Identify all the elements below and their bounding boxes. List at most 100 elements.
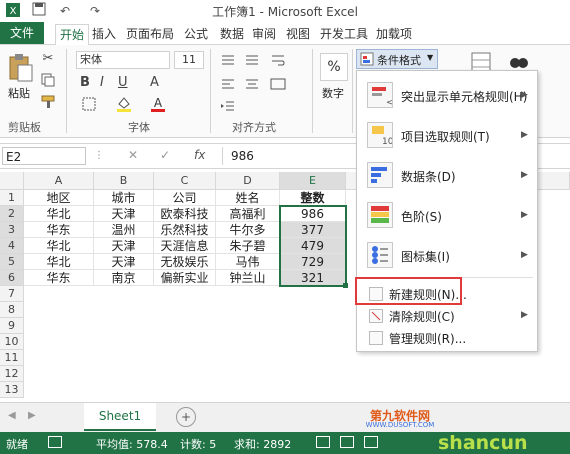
select-all-corner[interactable] bbox=[0, 172, 24, 190]
table-cell[interactable]: 高福利 bbox=[216, 206, 280, 222]
underline-icon[interactable]: U bbox=[118, 75, 128, 90]
table-cell[interactable]: 欧泰科技 bbox=[154, 206, 216, 222]
table-cell[interactable]: 天津 bbox=[94, 238, 154, 254]
table-cell[interactable]: 华东 bbox=[24, 222, 94, 238]
tab-data[interactable]: 数据 bbox=[216, 24, 248, 44]
row-header-12[interactable]: 12 bbox=[0, 366, 24, 382]
table-cell[interactable]: 牛尔多 bbox=[216, 222, 280, 238]
table-cell[interactable]: 华东 bbox=[24, 270, 94, 286]
table-cell[interactable]: 偏新实业 bbox=[154, 270, 216, 286]
table-cell[interactable]: 朱子碧 bbox=[216, 238, 280, 254]
table-cell[interactable]: 钟兰山 bbox=[216, 270, 280, 286]
wrap-text-icon[interactable] bbox=[270, 53, 286, 70]
column-header-c[interactable]: C bbox=[154, 172, 216, 190]
menu-item-manage-rules[interactable]: 管理规则(R)... bbox=[357, 327, 537, 349]
table-cell[interactable]: 华北 bbox=[24, 254, 94, 270]
table-cell[interactable]: 华北 bbox=[24, 238, 94, 254]
table-cell[interactable]: 温州 bbox=[94, 222, 154, 238]
chevron-down-icon: ▼ bbox=[427, 53, 434, 62]
table-cell[interactable]: 马伟 bbox=[216, 254, 280, 270]
table-cell[interactable]: 乐然科技 bbox=[154, 222, 216, 238]
fill-handle[interactable] bbox=[343, 283, 348, 288]
row-header-3[interactable]: 3 bbox=[0, 222, 24, 238]
enter-icon[interactable]: ✓ bbox=[160, 148, 170, 162]
column-header-b[interactable]: B bbox=[94, 172, 154, 190]
menu-item-clear-rules[interactable]: 清除规则(C) ▶ bbox=[357, 305, 537, 327]
indent-icon[interactable] bbox=[220, 99, 236, 116]
column-header-e[interactable]: E bbox=[280, 172, 346, 190]
tab-page-layout[interactable]: 页面布局 bbox=[122, 24, 178, 44]
font-size-select[interactable]: 11 bbox=[174, 51, 204, 69]
tab-view[interactable]: 视图 bbox=[282, 24, 314, 44]
font-name-select[interactable]: 宋体 bbox=[76, 51, 170, 69]
table-cell[interactable]: 天津 bbox=[94, 254, 154, 270]
tab-formulas[interactable]: 公式 bbox=[180, 24, 212, 44]
menu-item-data-bars[interactable]: 数据条(D) ▶ bbox=[357, 155, 537, 195]
row-header-13[interactable]: 13 bbox=[0, 382, 24, 398]
scroll-left-icon[interactable]: ◀ bbox=[8, 410, 16, 421]
table-cell[interactable]: 天涯信息 bbox=[154, 238, 216, 254]
table-cell[interactable]: 天津 bbox=[94, 206, 154, 222]
row-header-5[interactable]: 5 bbox=[0, 254, 24, 270]
table-header-cell[interactable]: 整数 bbox=[280, 190, 346, 206]
align-top-icon[interactable] bbox=[220, 53, 236, 70]
align-left-icon[interactable] bbox=[220, 77, 236, 94]
align-center-icon[interactable] bbox=[244, 77, 260, 94]
italic-icon[interactable]: I bbox=[100, 75, 104, 90]
table-cell[interactable]: 无极娱乐 bbox=[154, 254, 216, 270]
conditional-format-button[interactable]: 条件格式 ▼ bbox=[356, 49, 438, 69]
scroll-right-icon[interactable]: ▶ bbox=[28, 410, 36, 421]
column-header-a[interactable]: A bbox=[24, 172, 94, 190]
format-painter-icon[interactable] bbox=[40, 95, 56, 112]
bold-icon[interactable]: B bbox=[80, 75, 90, 90]
cut-icon[interactable]: ✂ bbox=[40, 51, 56, 66]
menu-item-highlight-cells-rules[interactable]: < 突出显示单元格规则(H) ▶ bbox=[357, 75, 537, 115]
tab-addins[interactable]: 加载项 bbox=[372, 24, 416, 44]
copy-icon[interactable] bbox=[40, 73, 56, 90]
grow-font-icon[interactable]: A bbox=[150, 75, 159, 90]
page-layout-view-icon[interactable] bbox=[340, 436, 354, 448]
normal-view-icon[interactable] bbox=[316, 436, 330, 448]
font-color-icon[interactable]: A bbox=[150, 95, 166, 117]
menu-item-top-bottom-rules[interactable]: 10 项目选取规则(T) ▶ bbox=[357, 115, 537, 155]
tab-review[interactable]: 审阅 bbox=[248, 24, 280, 44]
insert-function-icon[interactable]: fx bbox=[194, 148, 205, 162]
paste-icon[interactable] bbox=[6, 53, 34, 83]
percent-button[interactable]: % bbox=[320, 53, 348, 81]
macro-record-icon[interactable] bbox=[48, 436, 62, 448]
table-header-cell[interactable]: 地区 bbox=[24, 190, 94, 206]
tab-file[interactable]: 文件 bbox=[0, 22, 44, 44]
row-header-6[interactable]: 6 bbox=[0, 270, 24, 286]
add-sheet-icon[interactable]: + bbox=[176, 407, 196, 427]
row-header-7[interactable]: 7 bbox=[0, 286, 24, 302]
number-format-label[interactable]: 数字 bbox=[322, 85, 344, 101]
row-header-11[interactable]: 11 bbox=[0, 350, 24, 366]
row-header-10[interactable]: 10 bbox=[0, 334, 24, 350]
table-cell[interactable]: 南京 bbox=[94, 270, 154, 286]
row-header-8[interactable]: 8 bbox=[0, 302, 24, 318]
status-count: 计数: 5 bbox=[180, 438, 217, 451]
page-break-view-icon[interactable] bbox=[364, 436, 378, 448]
table-header-cell[interactable]: 城市 bbox=[94, 190, 154, 206]
paste-label[interactable]: 粘贴 bbox=[8, 85, 30, 101]
table-header-cell[interactable]: 公司 bbox=[154, 190, 216, 206]
row-header-4[interactable]: 4 bbox=[0, 238, 24, 254]
name-box[interactable]: E2 bbox=[2, 147, 86, 165]
tab-developer[interactable]: 开发工具 bbox=[316, 24, 372, 44]
fill-color-icon[interactable] bbox=[116, 95, 132, 116]
menu-item-color-scales[interactable]: 色阶(S) ▶ bbox=[357, 195, 537, 235]
row-header-9[interactable]: 9 bbox=[0, 318, 24, 334]
sheet-tab-sheet1[interactable]: Sheet1 bbox=[84, 403, 156, 431]
menu-item-icon-sets[interactable]: 图标集(I) ▶ bbox=[357, 235, 537, 275]
row-header-1[interactable]: 1 bbox=[0, 190, 24, 206]
tab-insert[interactable]: 插入 bbox=[88, 24, 120, 44]
table-header-cell[interactable]: 姓名 bbox=[216, 190, 280, 206]
borders-icon[interactable] bbox=[82, 97, 96, 114]
table-cell[interactable]: 华北 bbox=[24, 206, 94, 222]
row-header-2[interactable]: 2 bbox=[0, 206, 24, 222]
merge-cells-icon[interactable] bbox=[270, 77, 286, 94]
column-header-d[interactable]: D bbox=[216, 172, 280, 190]
cancel-icon[interactable]: ✕ bbox=[128, 148, 138, 162]
align-middle-icon[interactable] bbox=[244, 53, 260, 70]
tab-home[interactable]: 开始 bbox=[55, 24, 90, 45]
